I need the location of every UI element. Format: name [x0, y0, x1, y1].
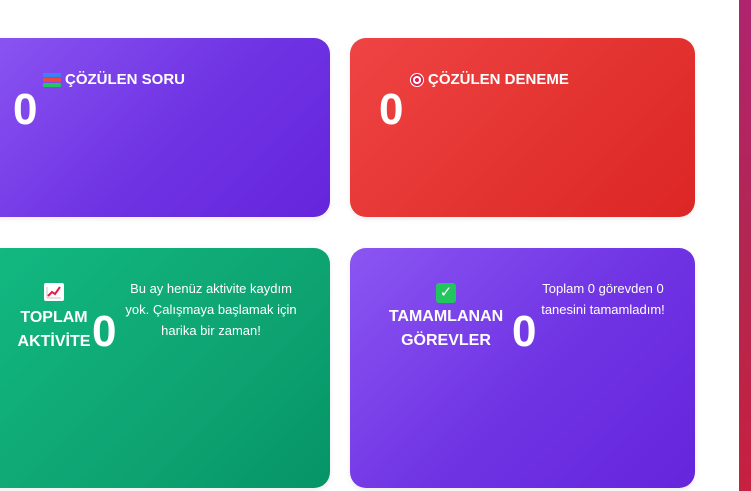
side-accent-bar — [739, 0, 751, 491]
solved-exams-title: ÇÖZÜLEN DENEME — [428, 71, 569, 88]
completed-tasks-title-line1: TAMAMLANAN — [388, 308, 504, 325]
books-icon — [43, 72, 61, 87]
total-activity-title-line2: AKTİVİTE — [17, 333, 91, 350]
total-activity-title-line1: TOPLAM — [20, 309, 88, 326]
completed-tasks-description: Toplam 0 görevden 0 tanesini tamamladım! — [541, 281, 665, 317]
solved-questions-card: 0 ÇÖZÜLEN SORU — [0, 38, 330, 217]
total-activity-description: Bu ay henüz aktivite kaydım yok. Çalışma… — [125, 281, 297, 338]
solved-questions-value: 0 — [13, 85, 38, 134]
solved-exams-card: 0 ÇÖZÜLEN DENEME — [350, 38, 695, 217]
completed-tasks-title-line2: GÖREVLER — [401, 332, 491, 349]
total-activity-value: 0 — [92, 307, 117, 356]
solved-questions-title: ÇÖZÜLEN SORU — [65, 71, 185, 88]
completed-tasks-value: 0 — [512, 307, 537, 356]
total-activity-title: TOPLAM AKTİVİTE — [8, 283, 100, 354]
solved-questions-title-row: ÇÖZÜLEN SORU — [43, 71, 185, 88]
check-mark-icon: ✓ — [378, 283, 514, 303]
completed-tasks-card: ✓ TAMAMLANAN GÖREVLER 0 Toplam 0 görevde… — [350, 248, 695, 488]
chart-increasing-icon — [8, 283, 100, 304]
solved-exams-value: 0 — [379, 85, 404, 134]
completed-tasks-title: ✓ TAMAMLANAN GÖREVLER — [378, 283, 514, 353]
solved-exams-title-row: ÇÖZÜLEN DENEME — [410, 71, 569, 88]
target-icon — [410, 72, 424, 87]
total-activity-card: TOPLAM AKTİVİTE 0 Bu ay henüz aktivite k… — [0, 248, 330, 488]
